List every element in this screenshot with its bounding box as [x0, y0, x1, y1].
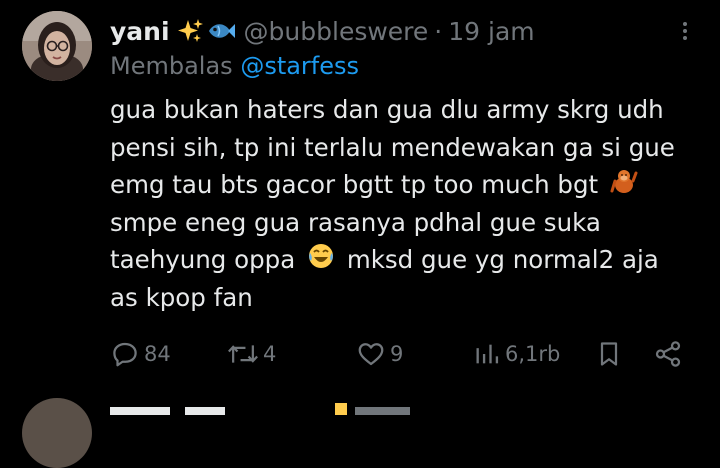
tweet-text-line: gua bukan haters dan gua dlu army skrg u…: [110, 95, 664, 124]
more-icon[interactable]: [672, 18, 698, 44]
tweet-text-line: as kpop fan: [110, 282, 253, 312]
tweet-text-line: taehyung oppa mksd gue yg normal2 aja: [110, 241, 700, 279]
next-tweet-header: [110, 400, 410, 415]
bookmark-button[interactable]: [595, 334, 623, 374]
tweet-text-line: smpe eneg gua rasanya pdhal gue suka: [110, 207, 601, 237]
fish-emoji: [206, 19, 236, 43]
reply-prefix: Membalas: [110, 52, 233, 80]
share-icon: [655, 341, 681, 367]
tweet-text-line: pensi sih, tp ini terlalu mendewakan ga …: [110, 132, 675, 162]
view-count: 6,1rb: [505, 342, 561, 366]
face-with-tears-of-joy-emoji: [307, 242, 335, 281]
reply-icon: [113, 342, 137, 367]
orangutan-emoji: [610, 167, 638, 206]
like-button[interactable]: 9: [356, 334, 403, 374]
tweet-text-segment: emg tau bts gacor bgtt tp too much bgt: [110, 170, 599, 199]
bookmark-icon: [600, 342, 618, 366]
display-name[interactable]: yani: [110, 17, 170, 46]
avatar[interactable]: [22, 11, 92, 81]
views-button[interactable]: 6,1rb: [473, 334, 560, 374]
tweet-text-segment: taehyung oppa: [110, 245, 296, 274]
retweet-icon: [228, 345, 258, 363]
tweet-header: yani @bubbleswere · 19 jam: [110, 14, 535, 48]
reply-button[interactable]: 84: [110, 334, 171, 374]
views-icon: [476, 344, 499, 364]
sparkles-emoji: [176, 17, 204, 45]
like-count: 9: [390, 342, 404, 366]
tweet-text: gua bukan haters dan gua dlu army skrg u…: [110, 91, 700, 316]
tweet-actions: 84 4 9 6,1rb: [0, 334, 720, 374]
retweet-button[interactable]: 4: [227, 334, 276, 374]
tweet-text-segment: mksd gue yg normal2 aja: [346, 245, 659, 274]
tweet[interactable]: yani @bubbleswere · 19 jam Membalas @sta…: [0, 0, 720, 468]
handle[interactable]: @bubbleswere: [244, 17, 429, 46]
tweet-text-line: emg tau bts gacor bgtt tp too much bgt: [110, 166, 700, 204]
timestamp[interactable]: 19 jam: [448, 17, 534, 46]
reply-count: 84: [144, 342, 171, 366]
reply-context: Membalas @starfess: [110, 52, 359, 80]
reply-mention-link[interactable]: @starfess: [240, 52, 359, 80]
share-button[interactable]: [653, 334, 683, 374]
separator-dot: ·: [434, 16, 443, 46]
retweet-count: 4: [263, 342, 277, 366]
like-icon: [358, 343, 384, 366]
